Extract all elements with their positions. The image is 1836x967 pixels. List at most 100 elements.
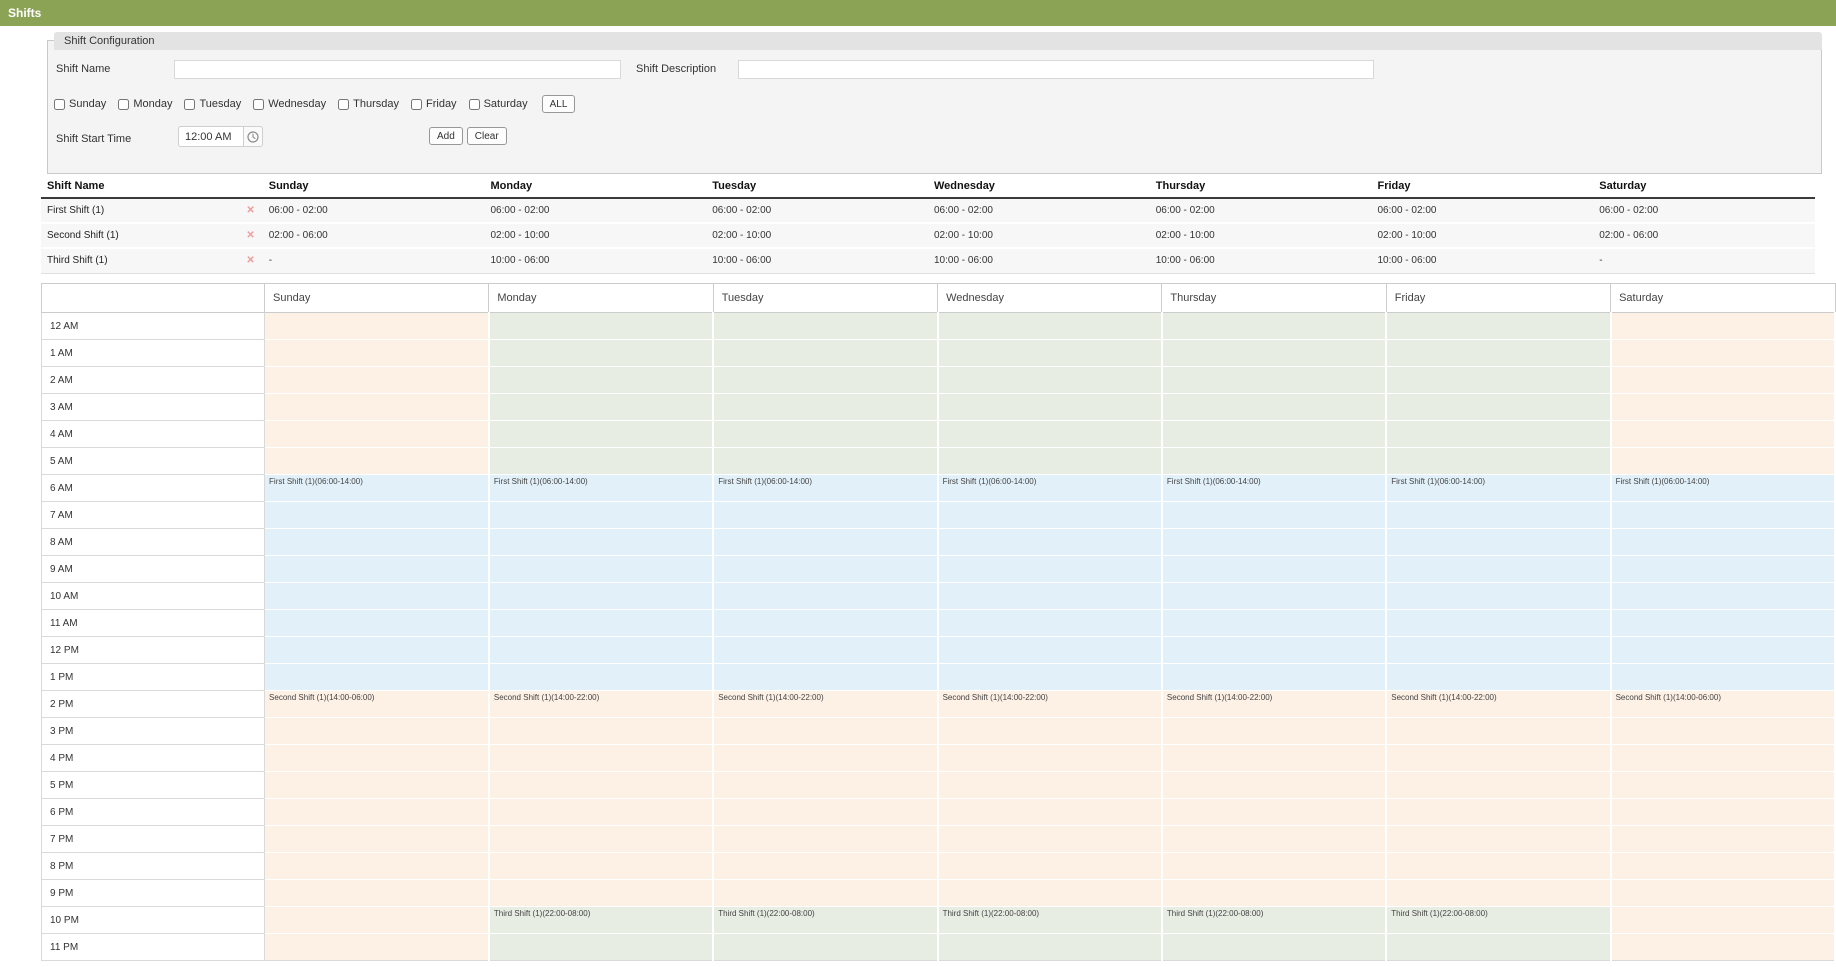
calendar-cell-tuesday[interactable] bbox=[713, 583, 937, 610]
calendar-cell-monday[interactable] bbox=[489, 556, 713, 583]
calendar-cell-tuesday[interactable] bbox=[713, 745, 937, 772]
calendar-cell-sunday[interactable] bbox=[265, 799, 489, 826]
calendar-cell-tuesday[interactable] bbox=[713, 637, 937, 664]
calendar-cell-wednesday[interactable] bbox=[938, 637, 1162, 664]
calendar-cell-saturday[interactable] bbox=[1611, 637, 1835, 664]
calendar-cell-saturday[interactable]: First Shift (1)(06:00-14:00) bbox=[1611, 475, 1835, 502]
calendar-cell-thursday[interactable] bbox=[1162, 799, 1386, 826]
calendar-cell-thursday[interactable] bbox=[1162, 556, 1386, 583]
calendar-cell-sunday[interactable] bbox=[265, 880, 489, 907]
calendar-cell-sunday[interactable] bbox=[265, 610, 489, 637]
calendar-cell-friday[interactable]: Third Shift (1)(22:00-08:00) bbox=[1386, 907, 1610, 934]
clock-icon[interactable] bbox=[244, 126, 263, 147]
shift-description-input[interactable] bbox=[738, 60, 1374, 79]
calendar-cell-tuesday[interactable] bbox=[713, 367, 937, 394]
calendar-cell-monday[interactable]: Second Shift (1)(14:00-22:00) bbox=[489, 691, 713, 718]
day-checkbox-tuesday[interactable] bbox=[184, 99, 195, 110]
calendar-cell-thursday[interactable] bbox=[1162, 718, 1386, 745]
calendar-cell-saturday[interactable] bbox=[1611, 448, 1835, 475]
calendar-cell-sunday[interactable] bbox=[265, 853, 489, 880]
calendar-cell-friday[interactable] bbox=[1386, 799, 1610, 826]
calendar-cell-monday[interactable] bbox=[489, 799, 713, 826]
calendar-cell-sunday[interactable] bbox=[265, 772, 489, 799]
calendar-cell-friday[interactable] bbox=[1386, 421, 1610, 448]
calendar-cell-monday[interactable] bbox=[489, 637, 713, 664]
calendar-cell-monday[interactable] bbox=[489, 745, 713, 772]
calendar-cell-thursday[interactable] bbox=[1162, 313, 1386, 340]
calendar-cell-monday[interactable] bbox=[489, 610, 713, 637]
calendar-cell-saturday[interactable] bbox=[1611, 583, 1835, 610]
calendar-cell-thursday[interactable] bbox=[1162, 772, 1386, 799]
calendar-cell-thursday[interactable] bbox=[1162, 340, 1386, 367]
calendar-cell-friday[interactable] bbox=[1386, 556, 1610, 583]
clear-button[interactable]: Clear bbox=[467, 127, 507, 145]
calendar-cell-saturday[interactable] bbox=[1611, 610, 1835, 637]
calendar-cell-monday[interactable] bbox=[489, 313, 713, 340]
calendar-cell-monday[interactable]: Third Shift (1)(22:00-08:00) bbox=[489, 907, 713, 934]
calendar-cell-wednesday[interactable] bbox=[938, 340, 1162, 367]
calendar-cell-friday[interactable]: Second Shift (1)(14:00-22:00) bbox=[1386, 691, 1610, 718]
calendar-cell-thursday[interactable] bbox=[1162, 610, 1386, 637]
calendar-cell-monday[interactable] bbox=[489, 772, 713, 799]
calendar-cell-tuesday[interactable]: Second Shift (1)(14:00-22:00) bbox=[713, 691, 937, 718]
calendar-cell-thursday[interactable] bbox=[1162, 421, 1386, 448]
calendar-cell-friday[interactable] bbox=[1386, 772, 1610, 799]
calendar-cell-sunday[interactable] bbox=[265, 367, 489, 394]
calendar-cell-monday[interactable] bbox=[489, 934, 713, 961]
calendar-cell-friday[interactable] bbox=[1386, 853, 1610, 880]
day-checkbox-thursday[interactable] bbox=[338, 99, 349, 110]
calendar-cell-friday[interactable] bbox=[1386, 637, 1610, 664]
calendar-cell-thursday[interactable] bbox=[1162, 367, 1386, 394]
calendar-cell-saturday[interactable] bbox=[1611, 394, 1835, 421]
calendar-cell-sunday[interactable] bbox=[265, 637, 489, 664]
calendar-cell-saturday[interactable] bbox=[1611, 529, 1835, 556]
calendar-cell-monday[interactable] bbox=[489, 448, 713, 475]
calendar-cell-monday[interactable] bbox=[489, 664, 713, 691]
delete-shift-icon[interactable]: ✕ bbox=[246, 205, 254, 216]
calendar-cell-wednesday[interactable]: Second Shift (1)(14:00-22:00) bbox=[938, 691, 1162, 718]
calendar-cell-friday[interactable] bbox=[1386, 394, 1610, 421]
day-checkbox-monday[interactable] bbox=[118, 99, 129, 110]
calendar-cell-wednesday[interactable]: Third Shift (1)(22:00-08:00) bbox=[938, 907, 1162, 934]
calendar-cell-thursday[interactable] bbox=[1162, 448, 1386, 475]
calendar-cell-saturday[interactable] bbox=[1611, 772, 1835, 799]
calendar-cell-friday[interactable] bbox=[1386, 502, 1610, 529]
calendar-cell-monday[interactable] bbox=[489, 367, 713, 394]
calendar-cell-tuesday[interactable] bbox=[713, 313, 937, 340]
calendar-cell-thursday[interactable] bbox=[1162, 529, 1386, 556]
calendar-cell-tuesday[interactable] bbox=[713, 610, 937, 637]
calendar-cell-wednesday[interactable] bbox=[938, 745, 1162, 772]
delete-shift-icon[interactable]: ✕ bbox=[246, 230, 254, 241]
calendar-cell-sunday[interactable] bbox=[265, 907, 489, 934]
calendar-cell-sunday[interactable]: Second Shift (1)(14:00-06:00) bbox=[265, 691, 489, 718]
calendar-cell-wednesday[interactable] bbox=[938, 772, 1162, 799]
calendar-cell-wednesday[interactable] bbox=[938, 826, 1162, 853]
calendar-cell-friday[interactable] bbox=[1386, 664, 1610, 691]
calendar-cell-friday[interactable] bbox=[1386, 610, 1610, 637]
calendar-cell-sunday[interactable] bbox=[265, 583, 489, 610]
calendar-cell-thursday[interactable] bbox=[1162, 934, 1386, 961]
all-days-button[interactable]: ALL bbox=[542, 95, 576, 113]
calendar-cell-wednesday[interactable] bbox=[938, 556, 1162, 583]
calendar-cell-tuesday[interactable] bbox=[713, 799, 937, 826]
calendar-cell-sunday[interactable] bbox=[265, 448, 489, 475]
calendar-cell-tuesday[interactable] bbox=[713, 880, 937, 907]
calendar-cell-wednesday[interactable] bbox=[938, 394, 1162, 421]
calendar-cell-tuesday[interactable]: Third Shift (1)(22:00-08:00) bbox=[713, 907, 937, 934]
calendar-cell-wednesday[interactable] bbox=[938, 502, 1162, 529]
calendar-cell-saturday[interactable] bbox=[1611, 745, 1835, 772]
calendar-cell-tuesday[interactable] bbox=[713, 421, 937, 448]
calendar-cell-thursday[interactable]: First Shift (1)(06:00-14:00) bbox=[1162, 475, 1386, 502]
calendar-cell-saturday[interactable]: Second Shift (1)(14:00-06:00) bbox=[1611, 691, 1835, 718]
calendar-cell-monday[interactable] bbox=[489, 394, 713, 421]
calendar-cell-tuesday[interactable] bbox=[713, 934, 937, 961]
calendar-cell-sunday[interactable] bbox=[265, 502, 489, 529]
calendar-cell-tuesday[interactable]: First Shift (1)(06:00-14:00) bbox=[713, 475, 937, 502]
calendar-cell-monday[interactable] bbox=[489, 826, 713, 853]
calendar-cell-friday[interactable]: First Shift (1)(06:00-14:00) bbox=[1386, 475, 1610, 502]
calendar-cell-saturday[interactable] bbox=[1611, 367, 1835, 394]
calendar-cell-tuesday[interactable] bbox=[713, 340, 937, 367]
calendar-cell-thursday[interactable] bbox=[1162, 853, 1386, 880]
calendar-cell-monday[interactable] bbox=[489, 853, 713, 880]
calendar-cell-sunday[interactable] bbox=[265, 745, 489, 772]
